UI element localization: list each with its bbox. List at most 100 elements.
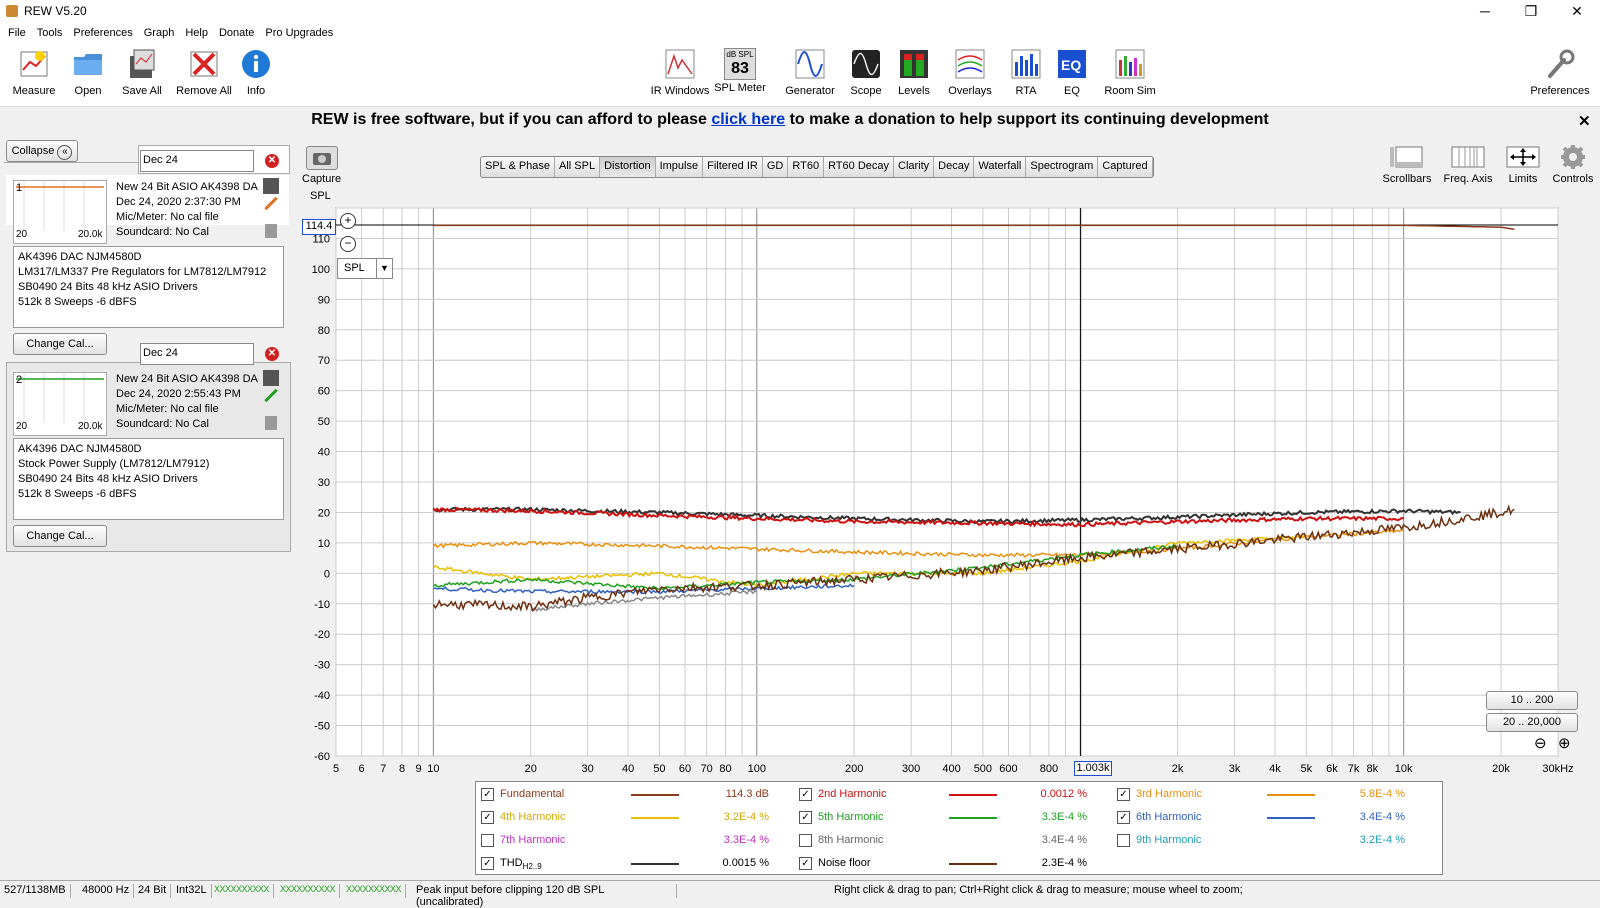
- unit-selector[interactable]: SPL ▼: [337, 258, 393, 279]
- tab-impulse[interactable]: Impulse: [656, 157, 704, 177]
- 7th-harmonic-label: 7th Harmonic: [500, 834, 566, 846]
- remove-measurement-2-icon[interactable]: ✕: [265, 347, 279, 361]
- menu-graph[interactable]: Graph: [136, 24, 178, 39]
- tab-distortion[interactable]: Distortion: [600, 157, 656, 177]
- fundamental-value: 114.3 dB: [725, 788, 769, 800]
- measurement-2-info-icon[interactable]: [263, 370, 279, 386]
- room-sim-button[interactable]: Room Sim: [1098, 48, 1162, 97]
- donation-banner: REW is free software, but if you can aff…: [0, 107, 1600, 135]
- tab-gd[interactable]: GD: [763, 157, 789, 177]
- menu-help[interactable]: Help: [177, 24, 211, 39]
- x-tick-label: 3k: [1229, 763, 1241, 775]
- maximize-button[interactable]: ❐: [1508, 0, 1554, 24]
- eq-button[interactable]: EQ EQ: [1048, 48, 1096, 97]
- distortion-graph[interactable]: 5 6 7 8 9 10 20 30 40 50 60 70 80 100 200 300 400 500 600 8…: [300, 190, 1600, 775]
- range-10-200-button[interactable]: 10 .. 200: [1486, 691, 1578, 710]
- save-all-button[interactable]: Save All: [110, 48, 174, 97]
- 6th-harmonic-checkbox[interactable]: ✓: [1117, 811, 1130, 824]
- bit-depth: 24 Bit: [138, 884, 172, 898]
- 7th-harmonic-value: 3.3E-4 %: [723, 834, 769, 846]
- info-button[interactable]: Info: [224, 48, 288, 97]
- x-zoom-in-icon[interactable]: ⊕: [1558, 734, 1571, 752]
- tab-rt60-decay[interactable]: RT60 Decay: [824, 157, 894, 177]
- overlays-button[interactable]: Overlays: [940, 48, 1000, 97]
- measurement-2-name-field[interactable]: Dec 24: [140, 343, 254, 365]
- 9th-harmonic-checkbox[interactable]: [1117, 834, 1130, 847]
- noise-floor-label: Noise floor: [818, 857, 871, 869]
- limits-button[interactable]: Limits: [1500, 144, 1546, 185]
- y-tick-label: -40: [314, 690, 330, 702]
- minimize-button[interactable]: ─: [1462, 0, 1508, 24]
- y-tick-label: 40: [318, 447, 330, 459]
- y-zoom-in-icon[interactable]: +: [340, 213, 356, 229]
- collapse-icon: «: [57, 145, 73, 160]
- spl-meter-button[interactable]: dB SPL 83 SPL Meter: [710, 48, 770, 94]
- thd-value: 0.0015 %: [722, 857, 769, 869]
- tab-all-spl[interactable]: All SPL: [555, 157, 601, 177]
- tab-waterfall[interactable]: Waterfall: [974, 157, 1027, 177]
- y-zoom-out-icon[interactable]: −: [340, 236, 356, 252]
- thd-checkbox[interactable]: ✓: [481, 857, 494, 870]
- 5th-harmonic-checkbox[interactable]: ✓: [799, 811, 812, 824]
- measurement-1-change-cal-button[interactable]: Change Cal...: [13, 333, 107, 355]
- 8th-harmonic-checkbox[interactable]: [799, 834, 812, 847]
- x-tick-label: 40: [622, 763, 634, 775]
- menu-tools[interactable]: Tools: [29, 24, 66, 39]
- menu-preferences[interactable]: Preferences: [65, 24, 135, 39]
- 3rd-harmonic-checkbox[interactable]: ✓: [1117, 788, 1130, 801]
- collapse-button[interactable]: Collapse «: [6, 140, 78, 162]
- measurement-1-name-field[interactable]: Dec 24: [140, 150, 254, 172]
- measurement-2-notes[interactable]: AK4396 DAC NJM4580D Stock Power Supply (…: [13, 438, 284, 520]
- rta-button[interactable]: RTA: [998, 48, 1054, 97]
- fundamental-checkbox[interactable]: ✓: [481, 788, 494, 801]
- menu-pro-upgrades[interactable]: Pro Upgrades: [257, 24, 336, 39]
- x-tick-label: 30: [582, 763, 594, 775]
- memory-usage: 527/1138MB: [4, 884, 71, 898]
- ir-windows-button[interactable]: IR Windows: [648, 48, 712, 97]
- freq-axis-button[interactable]: Freq. Axis: [1440, 144, 1496, 185]
- close-window-button[interactable]: ✕: [1554, 0, 1600, 24]
- close-banner-button[interactable]: ✕: [1578, 112, 1591, 130]
- measurement-2-thumbnail: 2 20 20.0k: [13, 372, 107, 436]
- range-20-20000-button[interactable]: 20 .. 20,000: [1486, 713, 1578, 732]
- tab-filtered-ir[interactable]: Filtered IR: [703, 157, 763, 177]
- main-toolbar: Measure Open Save All Remove All Info IR…: [0, 44, 1600, 107]
- tab-decay[interactable]: Decay: [934, 157, 975, 177]
- fundamental-label: Fundamental: [500, 788, 565, 800]
- tab-spectrogram[interactable]: Spectrogram: [1026, 157, 1099, 177]
- menu-donate[interactable]: Donate: [211, 24, 257, 39]
- menu-file[interactable]: File: [0, 24, 29, 39]
- x-tick-label: 500: [974, 763, 992, 775]
- noise-floor-checkbox[interactable]: ✓: [799, 857, 812, 870]
- 4th-harmonic-checkbox[interactable]: ✓: [481, 811, 494, 824]
- generator-button[interactable]: Generator: [777, 48, 843, 97]
- measurement-2-notes-icon[interactable]: [265, 416, 277, 430]
- y-tick-label: 60: [318, 386, 330, 398]
- x-tick-label: 400: [942, 763, 960, 775]
- tab-clarity[interactable]: Clarity: [894, 157, 935, 177]
- levels-button[interactable]: Levels: [886, 48, 942, 97]
- 4th-harmonic-label: 4th Harmonic: [500, 811, 566, 823]
- measurement-1-notes-icon[interactable]: [265, 224, 277, 238]
- 7th-harmonic-checkbox[interactable]: [481, 834, 494, 847]
- measurement-1-info-icon[interactable]: [263, 178, 279, 194]
- scrollbars-button[interactable]: Scrollbars: [1380, 144, 1434, 185]
- tab-spl-phase[interactable]: SPL & Phase: [481, 157, 556, 177]
- controls-button[interactable]: Controls: [1548, 144, 1598, 185]
- input-meter-2: XXXXXXXXXX: [280, 884, 341, 898]
- preferences-button[interactable]: Preferences: [1524, 48, 1596, 97]
- x-tick-label: 800: [1040, 763, 1058, 775]
- x-zoom-out-icon[interactable]: ⊖: [1534, 734, 1547, 752]
- donate-link[interactable]: click here: [711, 111, 785, 128]
- ir-windows-icon: [665, 49, 695, 79]
- measurement-1-notes[interactable]: AK4396 DAC NJM4580D LM317/LM337 Pre Regu…: [13, 246, 284, 328]
- 2nd-harmonic-checkbox[interactable]: ✓: [799, 788, 812, 801]
- y-tick-label: -50: [314, 721, 330, 733]
- rta-icon: [1011, 49, 1041, 79]
- measurement-2-change-cal-button[interactable]: Change Cal...: [13, 525, 107, 547]
- remove-measurement-1-icon[interactable]: ✕: [265, 154, 279, 168]
- spl-meter-icon: dB SPL 83: [724, 48, 756, 80]
- tab-captured[interactable]: Captured: [1098, 157, 1153, 177]
- tab-rt60[interactable]: RT60: [788, 157, 825, 177]
- capture-button[interactable]: [306, 146, 338, 170]
